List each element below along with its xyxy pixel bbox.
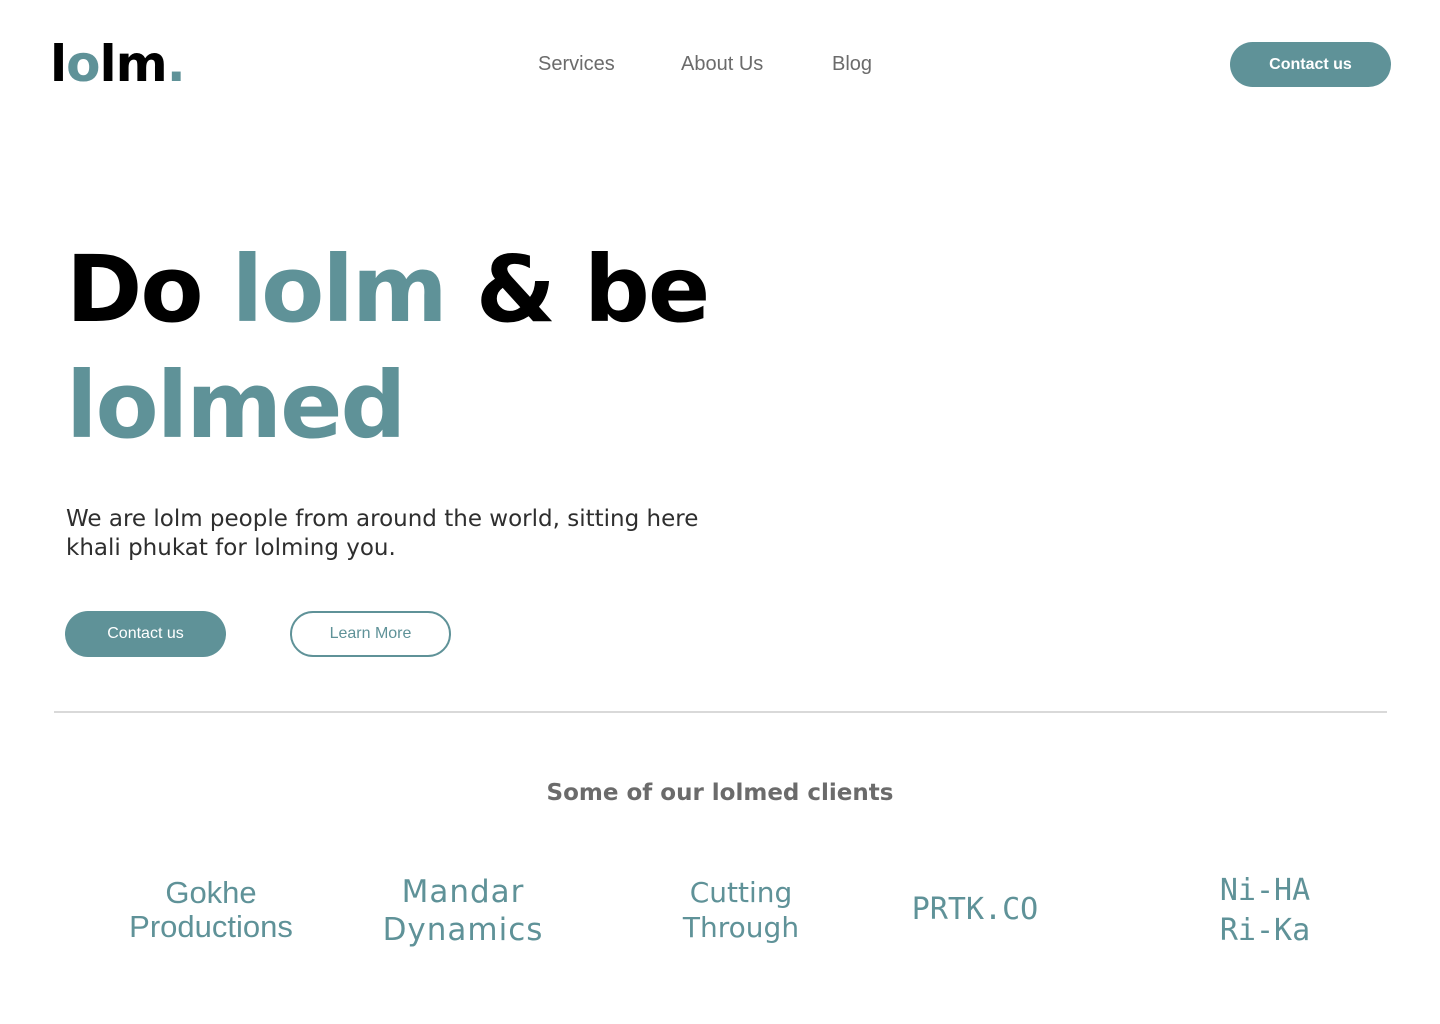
logo-part-3: lm: [99, 35, 168, 93]
logo-dot: .: [166, 35, 186, 93]
client-name-line: Cutting: [689, 876, 793, 909]
client-name-line: Dynamics: [382, 912, 544, 948]
learn-more-button[interactable]: Learn More: [290, 611, 451, 657]
client-logo-prtk-co: PRTK.CO: [895, 891, 1055, 929]
hero-title-suffix: & be: [445, 236, 711, 343]
hero-description: We are lolm people from around the world…: [66, 506, 699, 561]
hero-title-accent-2: lolmed: [66, 352, 406, 459]
client-name-line: Through: [682, 911, 800, 944]
client-logo-ni-ha-ri-ka: Ni-HA Ri-Ka: [1190, 871, 1340, 951]
client-name-line: Productions: [129, 909, 293, 944]
logo-part-2: o: [66, 35, 100, 93]
client-name-line: Mandar: [401, 874, 525, 910]
client-name-line: Ri-Ka: [1219, 913, 1311, 948]
hero-title: Do lolm & be lolmed: [66, 232, 711, 464]
main-nav: Services About Us Blog: [538, 52, 872, 76]
landing-page: lolm. Services About Us Blog Contact us …: [0, 0, 1440, 1024]
clients-heading: Some of our lolmed clients: [546, 780, 894, 806]
nav-link-blog[interactable]: Blog: [832, 52, 872, 76]
hero-title-prefix: Do: [66, 236, 232, 343]
nav-link-about-us[interactable]: About Us: [681, 52, 832, 76]
client-logo-mandar-dynamics: Mandar Dynamics: [363, 873, 563, 949]
client-name-line: Ni-HA: [1219, 873, 1311, 908]
client-name-line: Gokhe: [165, 875, 257, 910]
client-logo-gokhe-productions: Gokhe Productions: [110, 876, 312, 944]
logo[interactable]: lolm.: [50, 34, 186, 94]
nav-link-services[interactable]: Services: [538, 52, 681, 76]
hero-title-accent-1: lolm: [231, 236, 448, 343]
client-logo-cutting-through: Cutting Through: [646, 875, 836, 945]
client-name-line: PRTK.CO: [911, 892, 1039, 927]
header-contact-button[interactable]: Contact us: [1230, 42, 1391, 87]
logo-part-1: l: [50, 35, 67, 93]
hero-contact-button[interactable]: Contact us: [65, 611, 226, 657]
section-divider: [54, 711, 1387, 713]
